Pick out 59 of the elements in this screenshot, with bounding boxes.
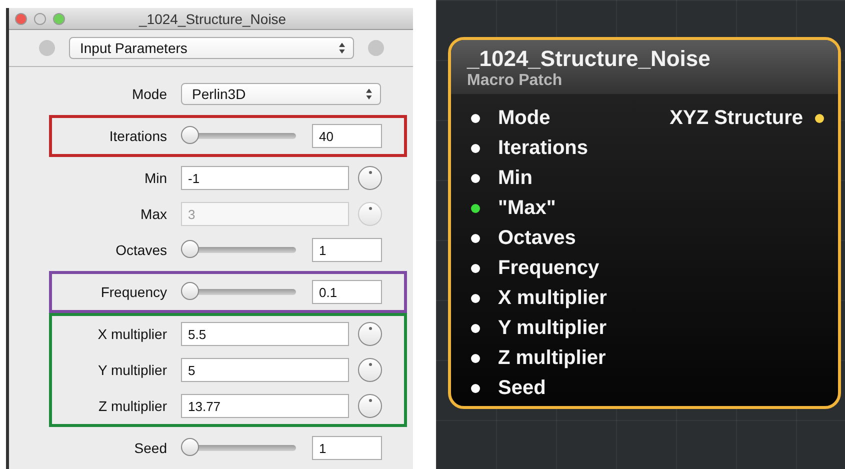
port-label: Mode [498, 106, 550, 130]
port-label: Seed [498, 376, 546, 400]
node-title: _1024_Structure_Noise [467, 46, 712, 72]
zoom-button[interactable] [53, 12, 65, 25]
port-label: Y multiplier [498, 316, 607, 340]
parameter-label: Octaves [114, 242, 167, 258]
slider-thumb[interactable] [181, 240, 199, 258]
input-port-dot[interactable] [471, 324, 480, 332]
knob-icon[interactable] [358, 166, 382, 190]
port-label: Min [498, 166, 532, 190]
stepper-icon [366, 88, 372, 100]
port-label: Frequency [498, 256, 600, 280]
knob-icon[interactable] [358, 394, 382, 418]
window-title: _1024_Structure_Noise [139, 10, 286, 27]
parameter-label: Frequency [100, 284, 167, 300]
value-field[interactable]: 40 [312, 124, 382, 148]
value-field[interactable]: 5.5 [181, 322, 349, 346]
input-port-dot[interactable] [471, 384, 480, 392]
parameter-label: Min [143, 170, 167, 186]
parameters-popup[interactable]: Input Parameters [69, 37, 354, 60]
input-port-dot[interactable] [471, 204, 480, 212]
parameter-label: Y multiplier [97, 362, 167, 378]
input-port-dot[interactable] [471, 114, 480, 122]
input-port-dot[interactable] [471, 144, 480, 152]
output-port-dot[interactable] [815, 114, 824, 122]
input-port-dot[interactable] [471, 264, 480, 272]
stepper-icon [339, 42, 345, 54]
minimize-button[interactable] [34, 12, 46, 25]
port-label: Octaves [498, 226, 576, 250]
close-button[interactable] [15, 12, 27, 25]
slider-thumb[interactable] [181, 438, 199, 456]
knob-icon[interactable] [358, 322, 382, 346]
port-label: XYZ Structure [670, 106, 803, 130]
value-field[interactable]: -1 [181, 166, 349, 190]
input-port-dot[interactable] [471, 234, 480, 242]
slider-thumb[interactable] [181, 126, 199, 144]
input-port-dot[interactable] [471, 354, 480, 362]
slider-thumb[interactable] [181, 282, 199, 300]
port-label: Z multiplier [498, 346, 606, 370]
parameter-label: Max [140, 206, 167, 222]
parameter-label: Seed [133, 440, 167, 456]
value-field[interactable]: 0.1 [312, 280, 382, 304]
value-field[interactable]: 13.77 [181, 394, 349, 418]
mode-popup[interactable]: Perlin3D [181, 83, 381, 105]
port-label: "Max" [498, 196, 556, 220]
parameter-label: Z multiplier [98, 398, 167, 414]
input-port-dot[interactable] [471, 294, 480, 302]
port-label: X multiplier [498, 286, 607, 310]
knob-icon[interactable] [358, 358, 382, 382]
parameter-label: Iterations [108, 128, 167, 144]
patch-node[interactable]: _1024_Structure_Noise Macro Patch Mode Iterations Min "Max" Octaves Frequency X multiplier Y multiplier Z multiplier Seed XYZ Structure [448, 37, 841, 409]
parameter-label: Mode [130, 86, 167, 102]
input-port-dot[interactable] [471, 174, 480, 182]
port-label: Iterations [498, 136, 588, 160]
parameter-label: X multiplier [96, 326, 167, 342]
node-subtitle: Macro Patch [467, 72, 564, 90]
value-field[interactable]: 1 [312, 436, 382, 460]
value-field[interactable]: 1 [312, 238, 382, 262]
value-field[interactable]: 5 [181, 358, 349, 382]
